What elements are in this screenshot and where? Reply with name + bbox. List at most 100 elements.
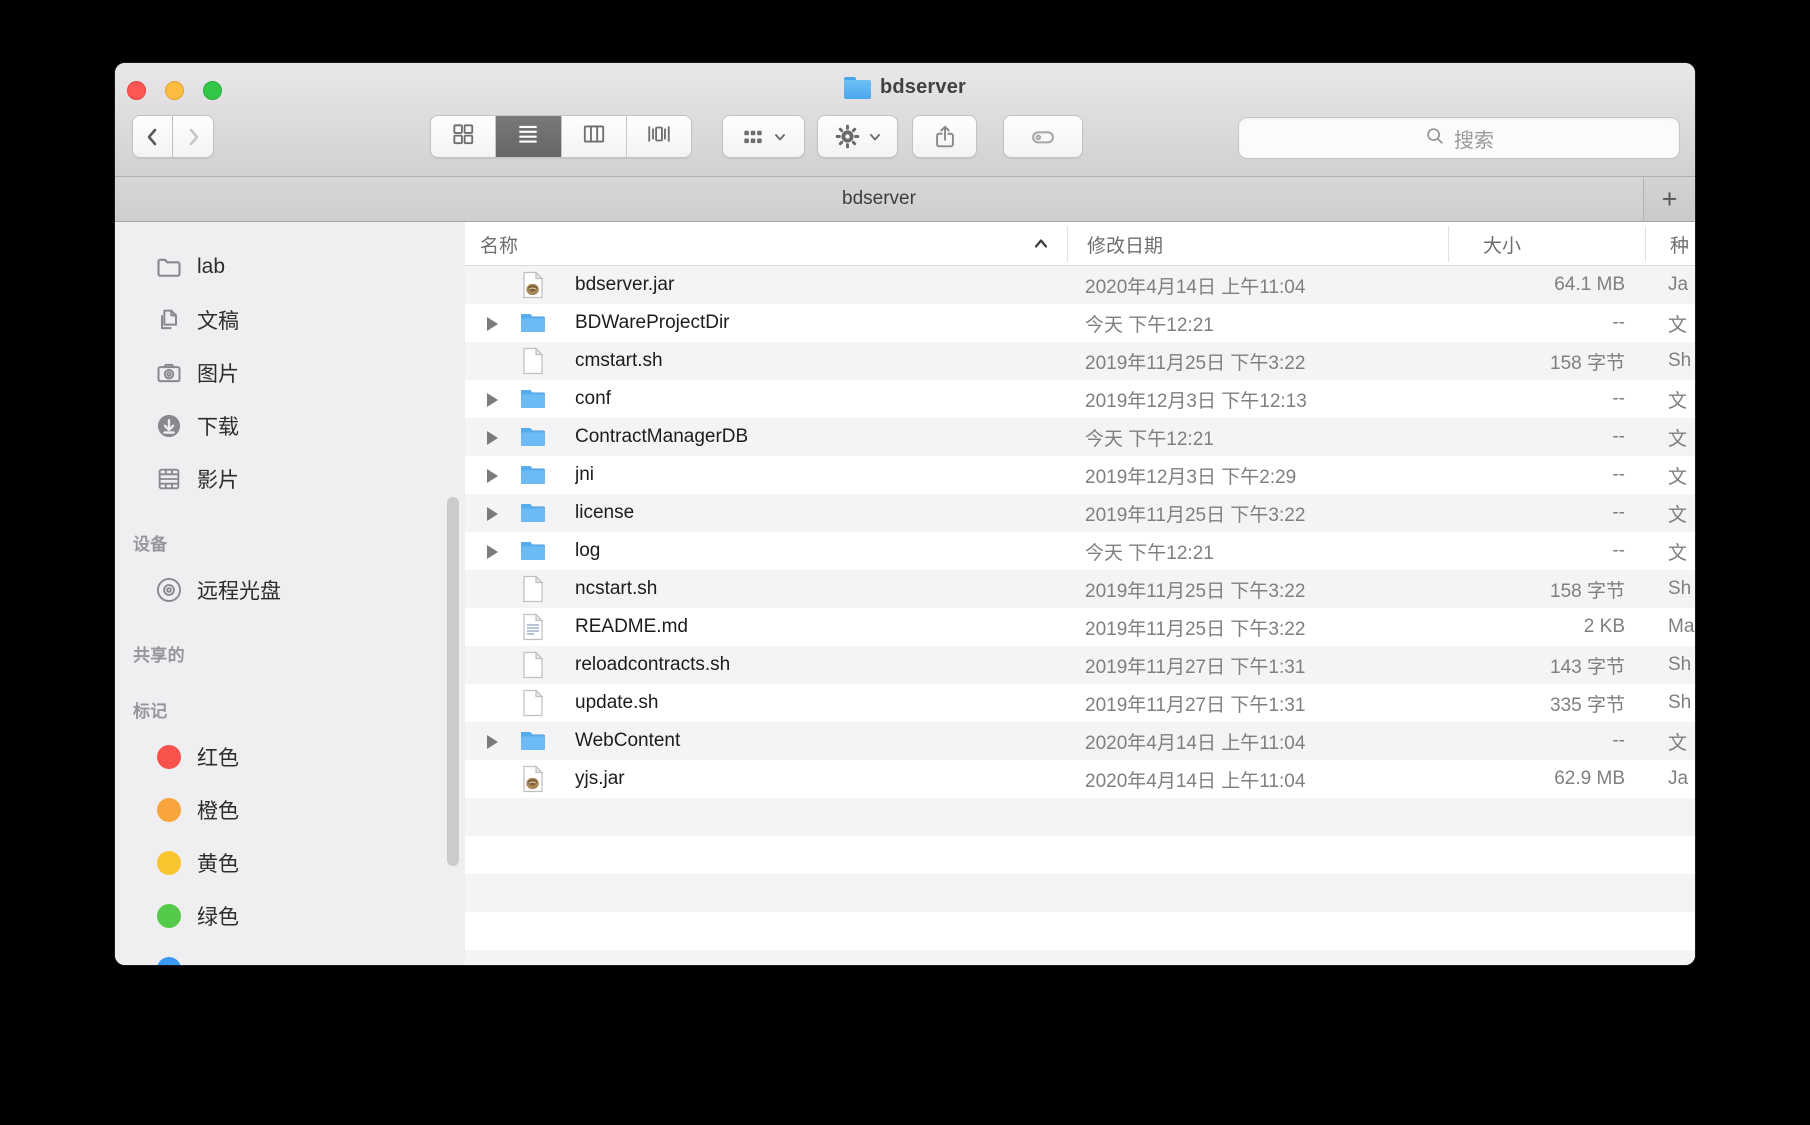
sidebar-sections: 设备远程光盘共享的标记红色橙色黄色绿色 <box>115 519 465 965</box>
sidebar-item-红色[interactable]: 红色 <box>115 730 465 783</box>
sidebar-item-绿色[interactable]: 绿色 <box>115 889 465 942</box>
file-kind: Ma <box>1668 608 1695 646</box>
sidebar-item-label: 黄色 <box>197 848 239 878</box>
sidebar-item-lab[interactable]: lab <box>115 240 465 293</box>
file-row[interactable]: ContractManagerDB今天 下午12:21--文 <box>465 418 1695 456</box>
folder-icon <box>518 498 548 528</box>
sidebar-item-影片[interactable]: 影片 <box>115 452 465 505</box>
sidebar-item-label: 文稿 <box>197 305 239 335</box>
folder-icon <box>518 460 548 490</box>
folder-outline-icon <box>155 253 183 281</box>
column-divider[interactable] <box>1645 226 1646 262</box>
chevron-left-icon <box>141 125 165 149</box>
column-divider[interactable] <box>1448 226 1449 262</box>
file-size: -- <box>1365 380 1625 418</box>
sidebar-item-文稿[interactable]: 文稿 <box>115 293 465 346</box>
list-header: 名称 修改日期 大小 种 <box>465 222 1695 266</box>
file-size: 335 字节 <box>1365 684 1625 722</box>
sidebar: lab文稿图片下载影片 设备远程光盘共享的标记红色橙色黄色绿色 <box>115 222 465 965</box>
sidebar-item-图片[interactable]: 图片 <box>115 346 465 399</box>
file-row[interactable]: reloadcontracts.sh2019年11月27日 下午1:31143 … <box>465 646 1695 684</box>
columns-view-button[interactable] <box>562 116 627 157</box>
column-divider[interactable] <box>1067 226 1068 262</box>
grid-view-icon <box>450 121 476 152</box>
file-size: 62.9 MB <box>1365 760 1625 798</box>
documents-icon <box>155 306 183 334</box>
sidebar-favorites: lab 文稿图片下载影片 <box>115 222 465 505</box>
column-header-date[interactable]: 修改日期 <box>1087 222 1163 266</box>
action-button[interactable] <box>817 115 898 158</box>
screen-background: bdserver <box>0 0 1810 1125</box>
sidebar-item-黄色[interactable]: 黄色 <box>115 836 465 889</box>
forward-button[interactable] <box>173 115 214 158</box>
text-file-icon <box>518 612 548 642</box>
tag-color-dot <box>155 902 183 930</box>
search-input[interactable]: 搜索 <box>1238 117 1680 159</box>
coverflow-view-button[interactable] <box>627 116 691 157</box>
share-button[interactable] <box>912 115 977 158</box>
sidebar-item-label: 图片 <box>197 358 239 388</box>
camera-icon <box>155 359 183 387</box>
sidebar-section-header: 设备 <box>115 519 465 563</box>
disclosure-triangle-icon[interactable] <box>487 507 498 521</box>
tag-color-dot <box>155 796 183 824</box>
file-row[interactable]: yjs.jar2020年4月14日 上午11:0462.9 MBJa <box>465 760 1695 798</box>
file-row[interactable]: jni2019年12月3日 下午2:29--文 <box>465 456 1695 494</box>
file-row[interactable]: log今天 下午12:21--文 <box>465 532 1695 570</box>
file-name: ContractManagerDB <box>575 418 1075 456</box>
new-tab-button[interactable]: + <box>1643 177 1695 221</box>
main-area: lab文稿图片下载影片 设备远程光盘共享的标记红色橙色黄色绿色 名称 修改日期 … <box>115 222 1695 965</box>
folder-icon <box>518 422 548 452</box>
disclosure-triangle-icon[interactable] <box>487 317 498 331</box>
column-header-size[interactable]: 大小 <box>1483 222 1521 266</box>
sidebar-item-远程光盘[interactable]: 远程光盘 <box>115 563 465 616</box>
sidebar-scrollbar[interactable] <box>447 497 459 866</box>
sidebar-item-下载[interactable]: 下载 <box>115 399 465 452</box>
file-row[interactable]: README.md2019年11月25日 下午3:222 KBMa <box>465 608 1695 646</box>
file-name: cmstart.sh <box>575 342 1075 380</box>
disclosure-triangle-icon[interactable] <box>487 545 498 559</box>
file-row[interactable]: ncstart.sh2019年11月25日 下午3:22158 字节Sh <box>465 570 1695 608</box>
toolbar: 搜索 <box>115 115 1695 159</box>
disclosure-triangle-icon[interactable] <box>487 431 498 445</box>
file-kind: Sh <box>1668 342 1695 380</box>
arrange-icon <box>740 124 766 150</box>
sidebar-item-橙色[interactable]: 橙色 <box>115 783 465 836</box>
disclosure-triangle-icon[interactable] <box>487 469 498 483</box>
disclosure-triangle-icon[interactable] <box>487 393 498 407</box>
file-row[interactable]: license2019年11月25日 下午3:22--文 <box>465 494 1695 532</box>
file-size: 2 KB <box>1365 608 1625 646</box>
column-header-name[interactable]: 名称 <box>480 222 518 266</box>
folder-proxy-icon <box>844 77 871 99</box>
gear-icon <box>834 123 861 150</box>
file-row[interactable]: bdserver.jar2020年4月14日 上午11:0464.1 MBJa <box>465 266 1695 304</box>
file-size: 158 字节 <box>1365 342 1625 380</box>
window-title-area: bdserver <box>115 76 1695 99</box>
file-kind: Sh <box>1668 646 1695 684</box>
grid-view-button[interactable] <box>431 116 496 157</box>
doc-file-icon <box>518 650 548 680</box>
file-name: conf <box>575 380 1075 418</box>
tag-button[interactable] <box>1003 115 1083 158</box>
back-button[interactable] <box>132 115 173 158</box>
file-row[interactable]: WebContent2020年4月14日 上午11:04--文 <box>465 722 1695 760</box>
file-kind: 文 <box>1668 304 1695 342</box>
disclosure-triangle-icon[interactable] <box>487 735 498 749</box>
sidebar-section-header: 共享的 <box>115 630 465 674</box>
column-header-kind[interactable]: 种 <box>1670 222 1689 266</box>
file-row[interactable]: update.sh2019年11月27日 下午1:31335 字节Sh <box>465 684 1695 722</box>
file-row[interactable]: cmstart.sh2019年11月25日 下午3:22158 字节Sh <box>465 342 1695 380</box>
tab-bdserver[interactable]: bdserver <box>115 177 1643 221</box>
sidebar-item-tag[interactable] <box>115 942 465 965</box>
arrange-button[interactable] <box>722 115 805 158</box>
file-name: README.md <box>575 608 1075 646</box>
file-kind: 文 <box>1668 494 1695 532</box>
sort-ascending-caret-icon[interactable] <box>1031 222 1051 266</box>
folder-icon <box>518 726 548 756</box>
file-row[interactable]: conf2019年12月3日 下午12:13--文 <box>465 380 1695 418</box>
list-view-button[interactable] <box>496 116 561 157</box>
jar-file-icon <box>518 764 548 794</box>
file-name: WebContent <box>575 722 1075 760</box>
file-row[interactable]: BDWareProjectDir今天 下午12:21--文 <box>465 304 1695 342</box>
tab-label: bdserver <box>842 188 916 210</box>
